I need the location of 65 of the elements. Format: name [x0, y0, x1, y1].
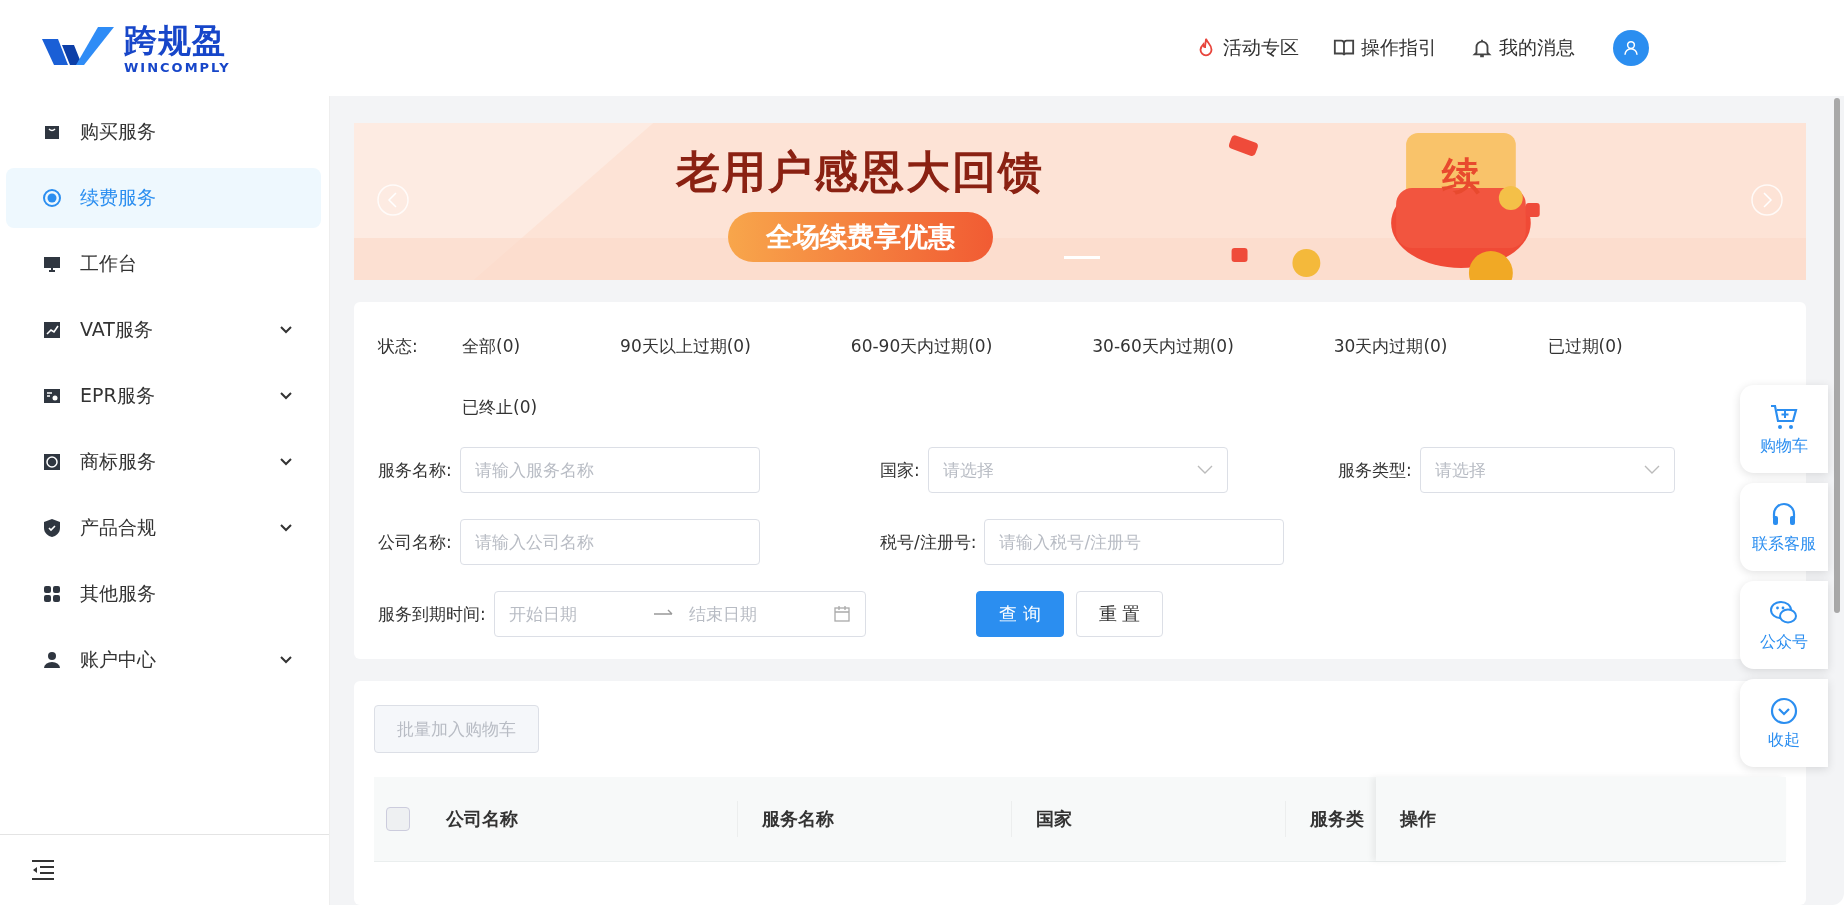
column-header: 服务类: [1310, 807, 1364, 831]
field-label: 服务到期时间:: [378, 602, 486, 626]
chart-icon: [42, 320, 62, 340]
logo-subtitle: WINCOMPLY: [124, 59, 231, 75]
collapse-menu-icon[interactable]: [30, 859, 56, 881]
registered-icon: [42, 452, 62, 472]
floating-tool-button[interactable]: 收起: [1740, 679, 1828, 767]
sidebar-item[interactable]: 账户中心: [6, 630, 321, 690]
status-option[interactable]: 30-60天内过期(0): [1092, 332, 1234, 360]
field-label: 服务名称:: [378, 458, 452, 482]
header-link[interactable]: 操作指引: [1333, 35, 1437, 61]
avatar-button[interactable]: [1613, 30, 1649, 66]
banner-subtitle: 全场续费享优惠: [727, 212, 993, 262]
scrollbar[interactable]: [1830, 96, 1844, 905]
status-option[interactable]: 60-90天内过期(0): [850, 332, 993, 360]
chevron-left-icon[interactable]: [376, 183, 410, 217]
calendar-icon: [832, 605, 851, 623]
input-field[interactable]: 请输入税号/注册号: [984, 519, 1285, 565]
sidebar-item[interactable]: 购买服务: [6, 102, 321, 162]
input-field[interactable]: 请输入服务名称: [459, 447, 760, 493]
status-option[interactable]: 全部(0): [462, 332, 521, 360]
sidebar-item[interactable]: 产品合规: [6, 498, 321, 558]
sidebar-item[interactable]: 其他服务: [6, 564, 321, 624]
select-all-checkbox[interactable]: [386, 807, 410, 831]
status-option[interactable]: 已过期(0): [1547, 332, 1623, 360]
column-header: 国家: [1036, 807, 1072, 831]
field-label: 国家:: [880, 458, 920, 482]
shield-icon: [42, 518, 62, 538]
coin-icon: [42, 188, 62, 208]
bell-icon: [1471, 37, 1493, 59]
status-option[interactable]: 90天以上过期(0): [620, 332, 751, 360]
logo-name: 跨规盈: [124, 21, 227, 60]
promo-banner[interactable]: 老用户感恩大回馈 全场续费享优惠 续: [354, 123, 1806, 280]
user-icon: [1622, 39, 1640, 57]
monitor-icon: [42, 254, 62, 274]
grid-icon: [42, 584, 62, 604]
field-label: 公司名称:: [378, 530, 452, 554]
column-header: 服务名称: [762, 807, 834, 831]
sidebar-item[interactable]: 商标服务: [6, 432, 321, 492]
header-link[interactable]: 我的消息: [1471, 35, 1575, 61]
column-header: 公司名称: [446, 807, 518, 831]
column-header: 操作: [1400, 807, 1436, 831]
input-field[interactable]: 请输入公司名称: [459, 519, 760, 565]
status-option[interactable]: 已终止(0): [462, 393, 538, 421]
user-icon: [42, 650, 62, 670]
sidebar-item[interactable]: 工作台: [6, 234, 321, 294]
header-link[interactable]: 活动专区: [1195, 35, 1299, 61]
status-label: 状态:: [378, 335, 419, 358]
floating-tool-button[interactable]: 购物车: [1740, 385, 1828, 473]
field-label: 税号/注册号:: [880, 530, 977, 554]
chevron-right-icon[interactable]: [1750, 183, 1784, 217]
chevron-down-icon: [1643, 465, 1660, 475]
floating-tool-button[interactable]: 公众号: [1740, 581, 1828, 669]
field-label: 服务类型:: [1338, 458, 1412, 482]
banner-title: 老用户感恩大回馈: [676, 145, 1044, 199]
chevron-down-circle-icon: [1769, 695, 1799, 726]
carousel-indicator[interactable]: [1064, 256, 1100, 259]
sidebar-item[interactable]: VAT服务: [6, 300, 321, 360]
chevron-down-icon: [1196, 465, 1213, 475]
sidebar-item[interactable]: EPR服务: [6, 366, 321, 426]
certificate-icon: [42, 386, 62, 406]
reset-button[interactable]: 重 置: [1075, 591, 1164, 637]
floating-tool-button[interactable]: 联系客服: [1740, 483, 1828, 571]
banner-badge-label: 续: [1442, 153, 1480, 200]
status-option[interactable]: 30天内过期(0): [1333, 332, 1448, 360]
